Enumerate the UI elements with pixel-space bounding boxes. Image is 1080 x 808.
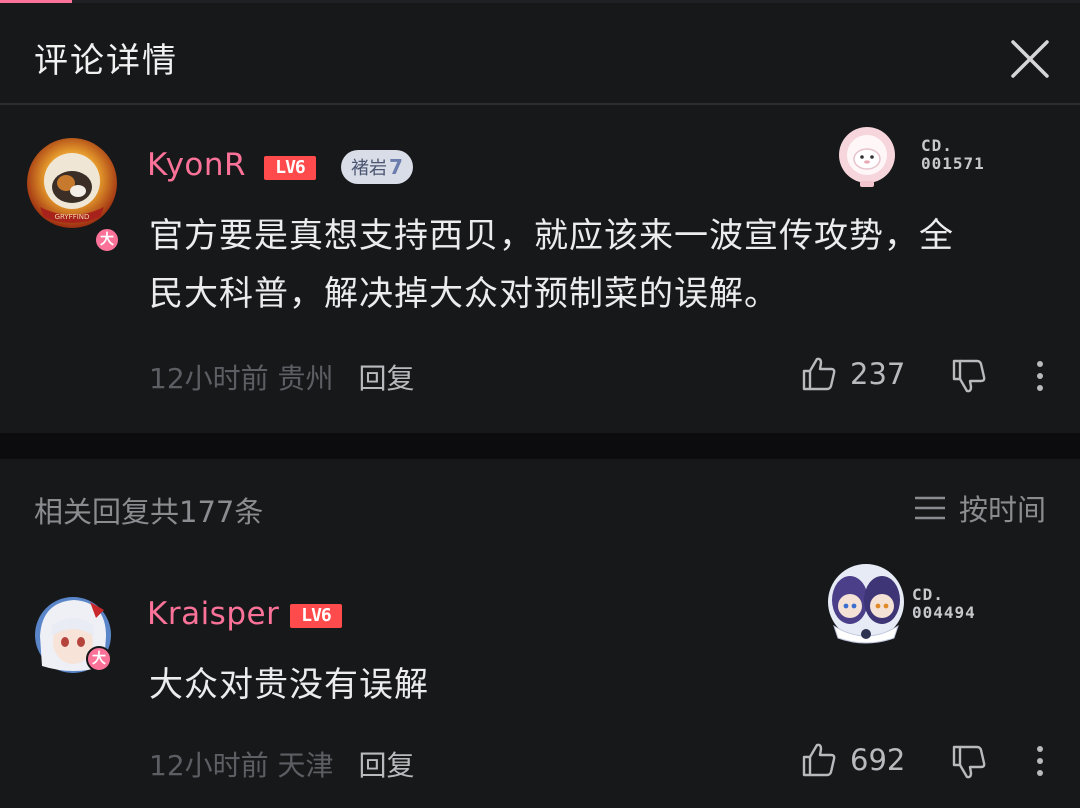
replies-header: 相关回复共177条 按时间 [0, 459, 1080, 555]
like-button[interactable]: 692 [800, 741, 905, 779]
fan-medal[interactable]: 褚岩 7 [341, 150, 413, 184]
collection-label: CD. 004494 [912, 586, 976, 622]
collection-prefix: CD. [912, 585, 944, 604]
more-options-icon[interactable] [1032, 359, 1048, 397]
reply-count: 相关回复共177条 [34, 495, 264, 529]
like-count: 237 [850, 357, 906, 391]
avatar[interactable]: 大 [34, 596, 112, 674]
collectible-avatar-icon [839, 127, 895, 187]
big-member-badge: 大 [94, 227, 120, 253]
collection-number: 004494 [912, 603, 976, 622]
svg-text:GRYFFIND: GRYFFIND [55, 213, 90, 221]
sort-list-icon [914, 496, 945, 520]
main-comment: GRYFFIND 大 KyonR LV6 褚岩 7 CD. 001571 官方要是… [0, 107, 1080, 433]
comment-content-line: 官方要是真想支持西贝，就应该来一波宣传攻势，全 [149, 216, 954, 256]
fan-medal-name: 褚岩 [351, 158, 387, 179]
collection-badge[interactable]: CD. 001571 [836, 125, 1006, 189]
sort-label: 按时间 [958, 493, 1046, 527]
big-member-badge: 大 [86, 646, 112, 672]
thumbs-up-icon [802, 743, 836, 777]
level-badge: LV6 [290, 604, 342, 628]
username[interactable]: Kraisper [147, 596, 279, 632]
collection-prefix: CD. [921, 136, 953, 155]
comment-content[interactable]: 官方要是真想支持西贝，就应该来一波宣传攻势，全 民大科普，解决掉大众对预制菜的误… [149, 207, 954, 323]
more-options-icon[interactable] [1032, 744, 1048, 782]
panel-header: 评论详情 [0, 3, 1080, 105]
section-divider [0, 433, 1080, 459]
collectible-avatar-icon [828, 564, 904, 644]
dislike-icon[interactable] [950, 357, 988, 399]
dislike-icon[interactable] [950, 743, 988, 785]
reply-button[interactable]: 回复 [358, 749, 414, 782]
comment-time: 12小时前 [149, 749, 269, 782]
collection-badge[interactable]: CD. 004494 [824, 562, 1004, 646]
comment-content-line: 民大科普，解决掉大众对预制菜的误解。 [149, 274, 779, 314]
comment-location: 天津 [277, 749, 334, 782]
reply-button[interactable]: 回复 [358, 362, 414, 395]
avatar-image: GRYFFIND [27, 138, 117, 228]
username[interactable]: KyonR [147, 147, 246, 183]
comment-content[interactable]: 大众对贵没有误解 [149, 656, 429, 714]
level-badge: LV6 [264, 156, 316, 180]
comment-meta: 12小时前 贵州 回复 [149, 357, 414, 397]
comment-time: 12小时前 [149, 362, 269, 395]
panel-title: 评论详情 [34, 41, 178, 81]
collection-number: 001571 [921, 154, 985, 173]
collection-label: CD. 001571 [921, 137, 985, 173]
sort-button[interactable]: 按时间 [913, 487, 1046, 529]
avatar[interactable]: GRYFFIND 大 [26, 137, 120, 253]
thumbs-up-icon [802, 357, 836, 391]
fan-medal-level: 7 [389, 155, 403, 179]
close-icon[interactable] [1004, 33, 1056, 85]
comment-location: 贵州 [277, 362, 334, 395]
comment-meta: 12小时前 天津 回复 [149, 744, 414, 784]
like-count: 692 [850, 743, 906, 777]
like-button[interactable]: 237 [800, 355, 905, 393]
